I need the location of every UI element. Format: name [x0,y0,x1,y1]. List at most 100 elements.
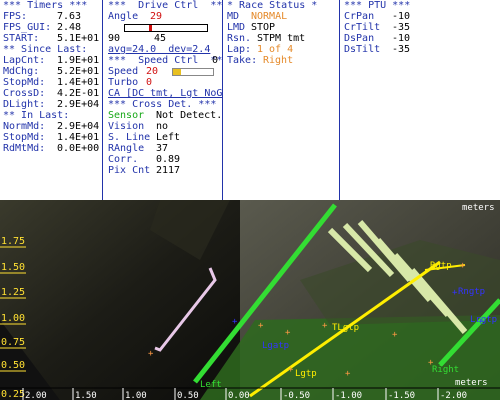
since-label: LapCnt: [3,55,46,66]
rngtp-label: Rngtp [458,287,485,297]
y-tick-label: 1.00 [1,313,25,324]
ptu-row: DsTilt -35 [344,44,500,55]
y-tick-label: 1.50 [1,262,25,273]
lgtp-label: Lgtp [295,369,317,379]
ptu-value: -35 [392,22,411,33]
camera-overlay: 1.75 1.50 1.25 1.00 0.75 0.50 0.25 2.00 1.50 1.0… [0,200,500,400]
ptu-label: DsTilt [344,44,381,55]
fps-row: FPS: 7.63 [3,11,102,22]
cross-value: 2117 [156,165,181,176]
since-row: LapCnt: 1.9E+01 [3,55,102,66]
camera-view[interactable]: 1.75 1.50 1.25 1.00 0.75 0.50 0.25 2.00 1.50 1.0… [0,200,500,400]
cross-row: Pix Cnt 2117 [108,165,222,176]
angle-slider-knob[interactable] [148,25,152,31]
speed-row: Speed 20 [108,66,222,77]
rsn-label: Rsn. [227,33,252,44]
fps-label: FPS: [3,11,28,22]
x-tick-label: 1.50 [75,391,97,400]
cross-label: RAngle [108,143,145,154]
cross-det-header: *** Cross Det. *** [108,99,217,110]
cross-row: RAngle 37 [108,143,222,154]
timers-column: *** Timers *** FPS: 7.63 FPS_GUI: 2.48 STA… [0,0,103,200]
marker-plus: + [258,321,264,331]
since-value: 2.9E+04 [57,99,100,110]
y-tick-label: 1.75 [1,236,25,247]
speed-label: Speed [108,66,139,77]
y-tick-label: 0.75 [1,337,25,348]
marker-plus: + [322,321,328,331]
cross-value: 0.89 [156,154,181,165]
md-row: MD NORMAL [227,11,339,22]
md-value: NORMAL [251,11,288,22]
ptu-row: DsPan -10 [344,33,500,44]
x-tick-label: 2.00 [25,391,47,400]
angle-slider[interactable] [124,24,208,32]
cross-label: Sensor [108,110,145,121]
lrgtp-label: Lrgtp [470,315,497,325]
take-label: Take: [227,55,258,66]
y-origin-label: 0.25 [1,389,25,400]
in-last-value: 0.0E+00 [57,143,100,154]
cross-row: S. Line Left [108,132,222,143]
cross-value: 37 [156,143,169,154]
x-tick-label: 0.50 [177,391,199,400]
cross-row: Vision no [108,121,222,132]
ptu-label: CrPan [344,11,375,22]
lap-row: Lap: 1 of 4 [227,44,339,55]
since-row: StopMd: 1.4E+01 [3,77,102,88]
since-label: StopMd: [3,77,46,88]
in-last-row: RdMtMd: 0.0E+00 [3,143,102,154]
since-row: DLight: 2.9E+04 [3,99,102,110]
since-value: 4.2E-01 [57,88,100,99]
since-value: 5.2E+01 [57,66,100,77]
race-status-column: * Race Status * MD NORMAL LMD STOP Rsn. STP… [224,0,340,200]
left-edge-label: Left [200,380,222,390]
slider-min-label: 90 [108,33,121,44]
marker-plus: + [345,369,351,379]
speed-bar [172,68,214,76]
cross-label: S. Line [108,132,151,143]
in-last-label: StopMd: [3,132,46,143]
vision-debug-window: *** Timers *** FPS: 7.63 FPS_GUI: 2.48 STA… [0,0,500,400]
ptu-value: -10 [392,11,411,22]
ptu-label: CrTilt [344,22,381,33]
in-last-row: StopMd: 1.4E+01 [3,132,102,143]
rsn-value: STPM tmt [257,33,306,44]
in-last-value: 2.9E+04 [57,121,100,132]
race-header: * Race Status * [227,0,318,11]
since-value: 1.4E+01 [57,77,100,88]
cross-value: Not Detect. [156,110,223,121]
lgatp-label: Lgatp [262,341,289,351]
fps-gui-label: FPS_GUI: [3,22,52,33]
drive-header: *** Drive Ctrl *** [108,0,223,11]
ptu-value: -10 [392,33,411,44]
fps-gui-row: FPS_GUI: 2.48 [3,22,102,33]
marker-plus: + [460,261,466,271]
in-last-value: 1.4E+01 [57,132,100,143]
x-tick-label: -2.00 [440,391,467,400]
marker-plus: + [285,328,291,338]
in-last-header: ** In Last: [3,110,70,121]
marker-plus: + [392,330,398,340]
since-label: CrossD: [3,88,46,99]
cross-value: Left [156,132,181,143]
cross-row: Corr. 0.89 [108,154,222,165]
cross-row: Sensor Not Detect. [108,110,222,121]
since-header: ** Since Last: [3,44,88,55]
ptu-label: DsPan [344,33,375,44]
ptu-column: *** PTU *** CrPan -10 CrTilt -35 DsPan -10 … [341,0,500,200]
rgtp-label: Rgtp [430,261,452,271]
lmd-row: LMD STOP [227,22,339,33]
ptu-header: *** PTU *** [344,0,411,11]
fps-value: 7.63 [57,11,82,22]
lmd-value: STOP [251,22,276,33]
since-label: MdChg: [3,66,40,77]
fps-gui-value: 2.48 [57,22,82,33]
marker-plus: + [288,365,294,375]
in-last-label: NormMd: [3,121,46,132]
lap-label: Lap: [227,44,252,55]
lap-value: 1 of 4 [257,44,294,55]
angle-slider-row: 90 0 [108,22,222,66]
marker-plus: + [148,349,154,359]
since-row: CrossD: 4.2E-01 [3,88,102,99]
